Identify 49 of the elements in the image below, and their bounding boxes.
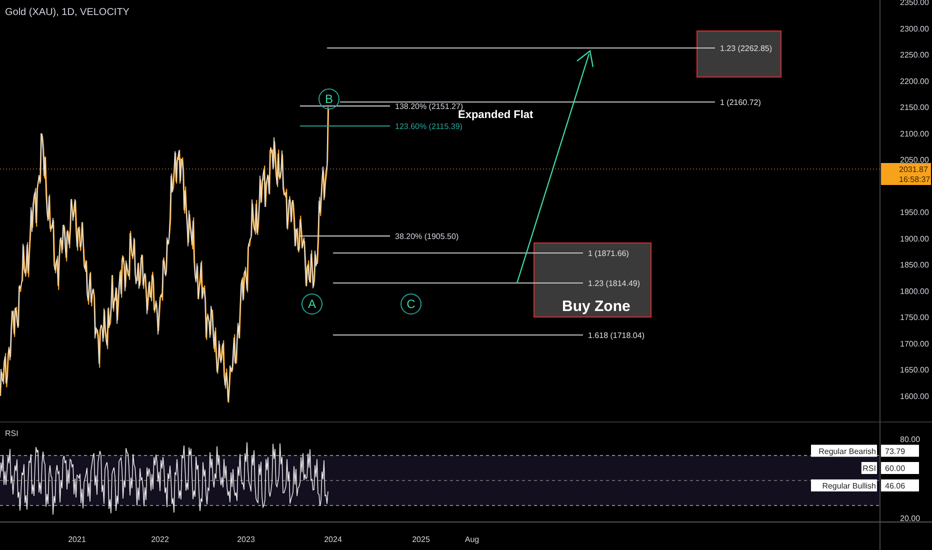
symbol-title: Gold (XAU), 1D, VELOCITY xyxy=(5,7,130,18)
price-tick: 1750.00 xyxy=(900,313,929,322)
price-tick: 1600.00 xyxy=(900,392,929,401)
price-tick: 2250.00 xyxy=(900,50,929,60)
projection-label: 1 (2160.72) xyxy=(720,98,761,107)
fib-level-label: 123.60% (2115.39) xyxy=(395,122,462,131)
time-tick: 2024 xyxy=(324,535,342,544)
fib-level-label: 38.20% (1905.50) xyxy=(395,232,459,241)
wave-label-circle xyxy=(400,294,422,314)
time-tick: 2025 xyxy=(412,535,430,544)
rsi-tick: 80.00 xyxy=(900,435,920,444)
price-tick: 2300.00 xyxy=(900,24,929,34)
price-tick: 1900.00 xyxy=(900,234,929,244)
price-tick: 1950.00 xyxy=(900,208,929,218)
price-tick: 1850.00 xyxy=(900,260,929,270)
last-price-badge xyxy=(881,163,931,185)
rsi-value-tag: 73.79 xyxy=(881,444,919,457)
rsi-tick: 20.00 xyxy=(900,514,920,523)
countdown-timer: 16:58:37 xyxy=(899,175,930,184)
projection-label: 1.23 (2262.85) xyxy=(720,44,772,53)
rsi-value-tag: 60.00 xyxy=(881,462,919,474)
price-tick: 2150.00 xyxy=(900,103,929,112)
time-tick: 2022 xyxy=(151,535,169,544)
fib-level-label: 138.20% (2151.27) xyxy=(395,102,464,111)
wave-label-circle xyxy=(318,88,340,110)
wave-label: B xyxy=(325,92,333,106)
price-tick: 2200.00 xyxy=(900,76,929,86)
buy-zone-label: Buy Zone xyxy=(562,298,630,315)
price-tick: 1800.00 xyxy=(900,286,929,296)
projection-label: 1.23 (1814.49) xyxy=(588,279,640,288)
pattern-label: Expanded Flat xyxy=(458,109,534,121)
rsi-series-tag: Regular Bearish xyxy=(811,444,877,457)
price-tick: 1700.00 xyxy=(900,339,929,348)
rsi-series-tag: Regular Bullish xyxy=(811,479,877,492)
rsi-value-tag: 46.06 xyxy=(881,479,919,492)
projection-label: 1.618 (1718.04) xyxy=(588,331,644,340)
rsi-series-tag: RSI xyxy=(861,462,877,474)
last-price: 2031.87 xyxy=(899,165,928,174)
price-tick: 2050.00 xyxy=(900,156,929,165)
projection-label: 1 (1871.66) xyxy=(588,249,629,258)
time-tick: Aug xyxy=(464,535,480,544)
price-tick: 2100.00 xyxy=(900,129,929,138)
wave-label: A xyxy=(308,297,316,311)
wave-label-circle xyxy=(302,294,322,314)
price-tick: 1650.00 xyxy=(900,366,929,375)
time-tick: 2023 xyxy=(237,535,255,544)
time-tick: 2021 xyxy=(68,535,86,544)
wave-label: C xyxy=(406,297,416,311)
rsi-title: RSI xyxy=(5,429,18,438)
